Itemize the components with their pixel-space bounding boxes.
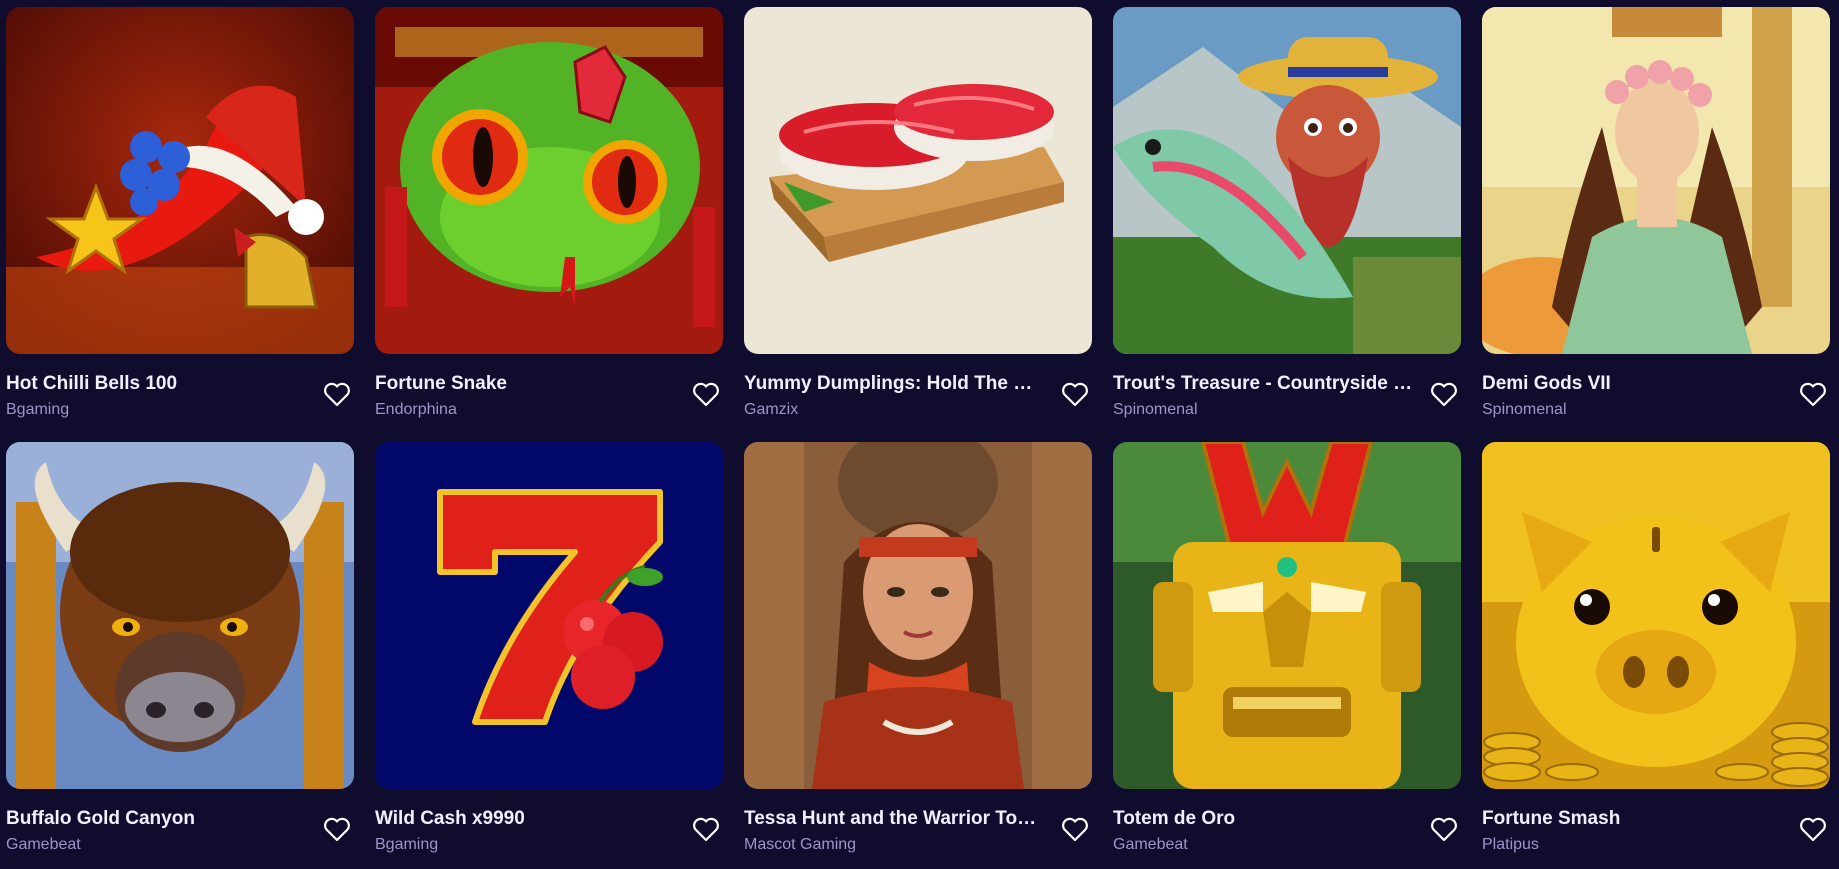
game-provider: Bgaming [375, 836, 439, 853]
heart-outline-icon [324, 817, 350, 842]
chili-artwork [6, 7, 354, 354]
game-title[interactable]: Fortune Snake [375, 372, 675, 396]
totem-artwork [1113, 442, 1461, 789]
game-title[interactable]: Wild Cash x9990 [375, 807, 675, 831]
heart-outline-icon [1800, 817, 1826, 842]
game-card[interactable]: Buffalo Gold Canyon Gamebeat [6, 442, 354, 869]
game-card[interactable]: Fortune Snake Endorphina [375, 7, 723, 434]
game-title[interactable]: Buffalo Gold Canyon [6, 807, 306, 831]
heart-outline-icon [1431, 817, 1457, 842]
games-grid: Hot Chilli Bells 100 Bgaming Fortune Sna… [6, 7, 1830, 869]
game-thumbnail[interactable] [6, 7, 354, 354]
buffalo-artwork [6, 442, 354, 789]
game-card[interactable]: Trout's Treasure - Countryside Quest Spi… [1113, 7, 1461, 434]
goddess-artwork [1482, 7, 1830, 354]
game-thumbnail[interactable] [375, 442, 723, 789]
game-title[interactable]: Totem de Oro [1113, 807, 1413, 831]
game-provider: Mascot Gaming [744, 836, 857, 853]
favorite-button[interactable] [1058, 377, 1092, 411]
game-title[interactable]: Fortune Smash [1482, 807, 1782, 831]
game-provider: Spinomenal [1482, 401, 1567, 418]
heart-outline-icon [324, 382, 350, 407]
sushi-artwork [744, 7, 1092, 354]
heart-outline-icon [693, 817, 719, 842]
heart-outline-icon [1062, 817, 1088, 842]
game-provider: Gamebeat [6, 836, 81, 853]
favorite-button[interactable] [1796, 377, 1830, 411]
game-card[interactable]: Totem de Oro Gamebeat [1113, 442, 1461, 869]
favorite-button[interactable] [1427, 812, 1461, 846]
game-thumbnail[interactable] [744, 7, 1092, 354]
game-thumbnail[interactable] [1113, 7, 1461, 354]
game-provider: Endorphina [375, 401, 457, 418]
game-thumbnail[interactable] [1482, 7, 1830, 354]
game-card[interactable]: Hot Chilli Bells 100 Bgaming [6, 7, 354, 434]
game-thumbnail[interactable] [744, 442, 1092, 789]
explorer-artwork [744, 442, 1092, 789]
game-title[interactable]: Tessa Hunt and the Warrior Tomb [744, 807, 1044, 831]
game-provider: Gamzix [744, 401, 799, 418]
game-thumbnail[interactable] [375, 7, 723, 354]
game-provider: Bgaming [6, 401, 70, 418]
heart-outline-icon [693, 382, 719, 407]
game-title[interactable]: Yummy Dumplings: Hold The Spin [744, 372, 1044, 396]
game-card[interactable]: Wild Cash x9990 Bgaming [375, 442, 723, 869]
game-title[interactable]: Hot Chilli Bells 100 [6, 372, 306, 396]
heart-outline-icon [1062, 382, 1088, 407]
favorite-button[interactable] [1058, 812, 1092, 846]
piggy-artwork [1482, 442, 1830, 789]
game-card[interactable]: Tessa Hunt and the Warrior Tomb Mascot G… [744, 442, 1092, 869]
game-card[interactable]: Fortune Smash Platipus [1482, 442, 1830, 869]
game-title[interactable]: Demi Gods VII [1482, 372, 1782, 396]
game-thumbnail[interactable] [6, 442, 354, 789]
game-thumbnail[interactable] [1113, 442, 1461, 789]
heart-outline-icon [1431, 382, 1457, 407]
favorite-button[interactable] [1796, 812, 1830, 846]
game-thumbnail[interactable] [1482, 442, 1830, 789]
favorite-button[interactable] [689, 812, 723, 846]
favorite-button[interactable] [320, 812, 354, 846]
game-provider: Gamebeat [1113, 836, 1188, 853]
game-provider: Platipus [1482, 836, 1539, 853]
game-title[interactable]: Trout's Treasure - Countryside Quest [1113, 372, 1413, 396]
game-provider: Spinomenal [1113, 401, 1198, 418]
game-card[interactable]: Demi Gods VII Spinomenal [1482, 7, 1830, 434]
favorite-button[interactable] [689, 377, 723, 411]
fisherman-artwork [1113, 7, 1461, 354]
favorite-button[interactable] [1427, 377, 1461, 411]
seven-artwork [375, 442, 723, 789]
snake-artwork [375, 7, 723, 354]
game-card[interactable]: Yummy Dumplings: Hold The Spin Gamzix [744, 7, 1092, 434]
favorite-button[interactable] [320, 377, 354, 411]
heart-outline-icon [1800, 382, 1826, 407]
